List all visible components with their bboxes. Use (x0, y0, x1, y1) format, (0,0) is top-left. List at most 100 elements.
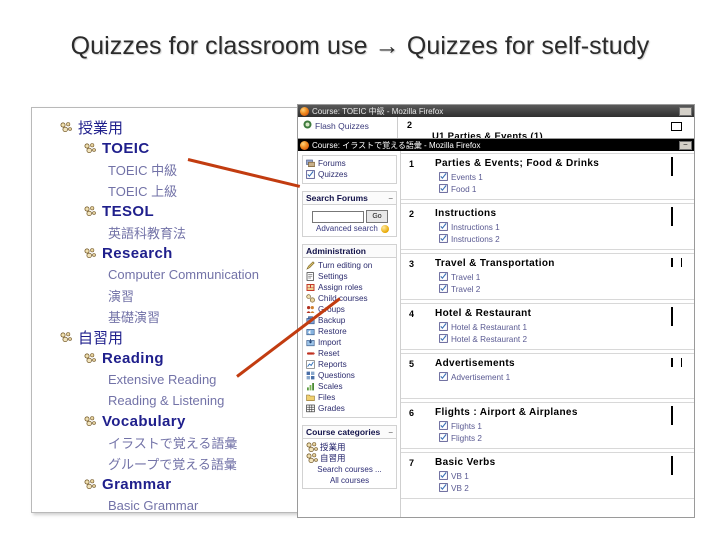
tree-course[interactable]: TESOL (32, 201, 300, 222)
admin-item-backup[interactable]: Backup (306, 315, 393, 326)
quiz-label: Instructions 1 (451, 222, 500, 232)
tree-course[interactable]: Vocabulary (32, 411, 300, 432)
admin-item-assign-roles[interactable]: Assign roles (306, 282, 393, 293)
quiz-label: VB 1 (451, 471, 469, 481)
collapse-icon[interactable]: – (389, 428, 393, 436)
admin-item-grades[interactable]: Grades (306, 403, 393, 414)
section-visibility-toggle[interactable] (671, 258, 682, 267)
course-section: 5 Advertisements Advertisement 1 (401, 353, 694, 399)
admin-item-scales[interactable]: Scales (306, 381, 393, 392)
tree-leaf[interactable]: Reading & Listening (32, 390, 300, 411)
tree-leaf[interactable]: 演習 (32, 285, 300, 306)
tree-item-label: 英語科教育法 (108, 226, 187, 241)
tree-course[interactable]: TOEIC (32, 138, 300, 159)
quiz-link[interactable]: Hotel & Restaurant 2 (439, 333, 694, 345)
tree-leaf[interactable]: TOEIC 上級 (32, 180, 300, 201)
advanced-search-link[interactable]: Advanced search (316, 224, 393, 233)
tree-item-label: Extensive Reading (108, 372, 217, 387)
window-titlebar-back[interactable]: Course: TOEIC 中級 - Mozilla Firefox (298, 105, 694, 117)
quiz-link[interactable]: Hotel & Restaurant 1 (439, 321, 694, 333)
course-section: 2 Instructions Instructions 1 Instructions … (401, 203, 694, 250)
course-category-item[interactable]: 授業用 (306, 441, 393, 453)
nav-item-flash-quizzes[interactable]: Flash Quizzes (303, 120, 397, 131)
quiz-link[interactable]: Events 1 (439, 171, 694, 183)
quiz-link[interactable]: Advertisement 1 (439, 371, 694, 383)
quiz-link[interactable]: Flights 2 (439, 432, 694, 444)
search-forums-input[interactable] (312, 210, 364, 223)
tree-item-label: TOEIC 中級 (108, 163, 178, 178)
firefox-icon (300, 106, 309, 116)
admin-item-questions[interactable]: Questions (306, 370, 393, 381)
admin-item-reset[interactable]: Reset (306, 348, 393, 359)
tree-category[interactable]: 授業用 (32, 117, 300, 138)
course-category-item[interactable]: 自習用 (306, 452, 393, 464)
tree-item-label: TOEIC 上級 (108, 184, 178, 199)
admin-item-reports[interactable]: Reports (306, 359, 393, 370)
nav-item-label: Flash Quizzes (315, 120, 369, 131)
tree-item-label: TESOL (102, 203, 155, 220)
admin-item-import[interactable]: Import (306, 337, 393, 348)
section-visibility-toggle[interactable] (671, 157, 682, 176)
category-folder-icon (306, 442, 318, 453)
quiz-link[interactable]: Flights 1 (439, 420, 694, 432)
quiz-label: Events 1 (451, 172, 483, 182)
section-visibility-toggle[interactable] (671, 307, 682, 326)
tree-course[interactable]: Research (32, 243, 300, 264)
nav-item-quizzes[interactable]: Quizzes (306, 169, 393, 180)
minimize-button-front[interactable]: – (679, 140, 692, 150)
admin-item-child-courses[interactable]: Child courses (306, 293, 393, 304)
tree-leaf[interactable]: 基礎演習 (32, 306, 300, 327)
search-forums-header: Search Forums – (302, 191, 397, 204)
admin-item-label: Assign roles (318, 283, 363, 292)
section-visibility-toggle[interactable] (671, 207, 682, 226)
roles-icon (306, 283, 315, 292)
files-icon (306, 393, 315, 402)
section-title: Parties & Events; Food & Drinks (435, 158, 600, 169)
section-number: 6 (409, 408, 415, 418)
tree-course[interactable]: Grammar (32, 474, 300, 495)
tree-category[interactable]: 自習用 (32, 327, 300, 348)
quiz-icon (439, 183, 448, 195)
course-categories-list: 授業用 自習用 Search courses ... All courses (302, 438, 397, 489)
admin-item-settings[interactable]: Settings (306, 271, 393, 282)
nav-item-forums[interactable]: Forums (306, 158, 393, 169)
section-visibility-toggle[interactable] (671, 456, 682, 475)
quiz-label: Travel 1 (451, 272, 481, 282)
quiz-link[interactable]: Travel 1 (439, 271, 694, 283)
all-courses-link[interactable]: All courses (306, 476, 393, 485)
tree-leaf[interactable]: 英語科教育法 (32, 222, 300, 243)
quiz-link[interactable]: Instructions 2 (439, 233, 694, 245)
quiz-link[interactable]: VB 1 (439, 470, 694, 482)
category-folder-icon (84, 206, 97, 217)
admin-item-files[interactable]: Files (306, 392, 393, 403)
scales-icon (306, 382, 315, 391)
search-go-button[interactable]: Go (366, 210, 388, 223)
section-visibility-toggle[interactable] (671, 406, 682, 425)
groups-icon (306, 305, 315, 314)
tree-leaf[interactable]: Computer Communication (32, 264, 300, 285)
section-toggle-icon[interactable] (671, 122, 682, 131)
collapse-icon[interactable]: – (389, 194, 393, 202)
tree-leaf[interactable]: グループで覚える語彙 (32, 453, 300, 474)
tree-leaf[interactable]: Basic Grammar (32, 495, 300, 512)
tree-item-label: 基礎演習 (108, 310, 161, 325)
quiz-link[interactable]: Travel 2 (439, 283, 694, 295)
search-courses-link[interactable]: Search courses ... (306, 465, 393, 474)
admin-item-restore[interactable]: Restore (306, 326, 393, 337)
admin-item-label: Questions (318, 371, 355, 380)
tree-leaf[interactable]: イラストで覚える語彙 (32, 432, 300, 453)
course-section: 6 Flights : Airport & Airplanes Flights 1 F… (401, 402, 694, 449)
window-titlebar-front[interactable]: Course: イラストで覚える語彙 - Mozilla Firefox – (298, 139, 694, 151)
section-visibility-toggle[interactable] (671, 358, 682, 367)
quiz-link[interactable]: VB 2 (439, 482, 694, 494)
quiz-link[interactable]: Food 1 (439, 183, 694, 195)
browser-window-front[interactable]: Course: イラストで覚える語彙 - Mozilla Firefox – F… (297, 138, 695, 518)
tree-leaf[interactable]: Extensive Reading (32, 369, 300, 390)
category-folder-icon (60, 332, 73, 343)
help-icon[interactable] (380, 224, 389, 233)
tree-item-label: 演習 (108, 289, 135, 304)
quiz-icon (439, 221, 448, 233)
quiz-link[interactable]: Instructions 1 (439, 221, 694, 233)
minimize-button-back[interactable] (679, 106, 692, 116)
admin-item-turn-editing-on[interactable]: Turn editing on (306, 260, 393, 271)
